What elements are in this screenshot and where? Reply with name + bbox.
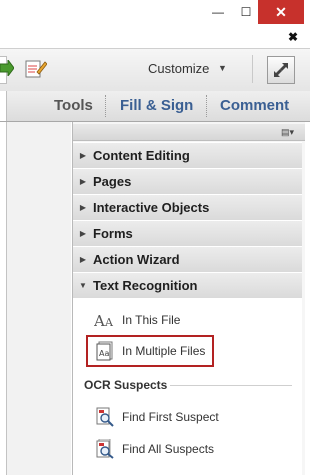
share-arrow-icon[interactable] [0,60,14,76]
close-document-button[interactable]: ✖ [286,30,300,44]
tab-comment[interactable]: Comment [220,97,289,114]
svg-text:A: A [94,312,105,328]
maximize-icon: ☐ [240,5,252,19]
tab-divider [105,95,106,117]
section-interactive-objects[interactable]: ▶ Interactive Objects [73,194,302,221]
section-label: Content Editing [93,148,190,163]
close-x-icon: ✖ [287,30,299,44]
in-multiple-files-label: In Multiple Files [122,344,206,358]
in-this-file-label: In This File [122,313,181,327]
chevron-right-icon: ▶ [79,177,87,186]
toolbar-divider [252,55,253,83]
chevron-down-icon[interactable]: ▼ [218,63,227,73]
panel-right-edge [305,122,310,475]
section-label: Action Wizard [93,252,180,267]
panel-header [73,124,305,141]
panel-options-icon[interactable]: ▤▾ [281,127,294,138]
section-label: Pages [93,174,132,189]
close-window-button[interactable]: ✕ [258,0,304,24]
expand-icon [274,63,288,77]
in-multiple-files-item[interactable]: Aa In Multiple Files [94,340,205,362]
chevron-right-icon: ▶ [79,151,87,160]
find-first-suspect-item[interactable]: Find First Suspect [94,406,219,428]
multiple-files-icon: Aa [94,341,116,361]
find-all-suspects-label: Find All Suspects [122,442,215,456]
document-view[interactable] [0,122,7,475]
text-aa-icon: A A [94,310,116,330]
find-first-suspect-label: Find First Suspect [122,410,219,424]
section-divider [170,385,292,386]
chevron-right-icon: ▶ [79,255,87,264]
in-this-file-item[interactable]: A A In This File [94,309,180,331]
find-all-suspects-item[interactable]: Find All Suspects [94,438,214,460]
customize-menu[interactable]: Customize [148,61,209,76]
sign-document-icon[interactable] [25,58,47,78]
section-label: Interactive Objects [93,200,210,215]
section-forms[interactable]: ▶ Forms [73,220,302,247]
tabs-left-edge [0,91,7,121]
chevron-right-icon: ▶ [79,203,87,212]
document-gutter [7,122,71,475]
section-content-editing[interactable]: ▶ Content Editing [73,142,302,169]
section-pages[interactable]: ▶ Pages [73,168,302,195]
find-suspect-icon [94,407,116,427]
tab-tools[interactable]: Tools [54,97,93,114]
tab-fill-sign[interactable]: Fill & Sign [120,97,193,114]
ocr-suspects-heading: OCR Suspects [84,378,168,392]
svg-text:Aa: Aa [99,349,109,358]
section-label: Forms [93,226,133,241]
close-icon: ✕ [275,3,287,20]
tab-divider [206,95,207,117]
find-all-suspects-icon [94,439,116,459]
chevron-right-icon: ▶ [79,229,87,238]
section-action-wizard[interactable]: ▶ Action Wizard [73,246,302,273]
chevron-down-icon: ▼ [79,281,87,290]
section-label: Text Recognition [93,278,198,293]
full-screen-button[interactable] [267,56,295,84]
minimize-icon: — [212,5,224,19]
section-text-recognition[interactable]: ▼ Text Recognition [73,272,302,299]
svg-text:A: A [104,316,114,328]
